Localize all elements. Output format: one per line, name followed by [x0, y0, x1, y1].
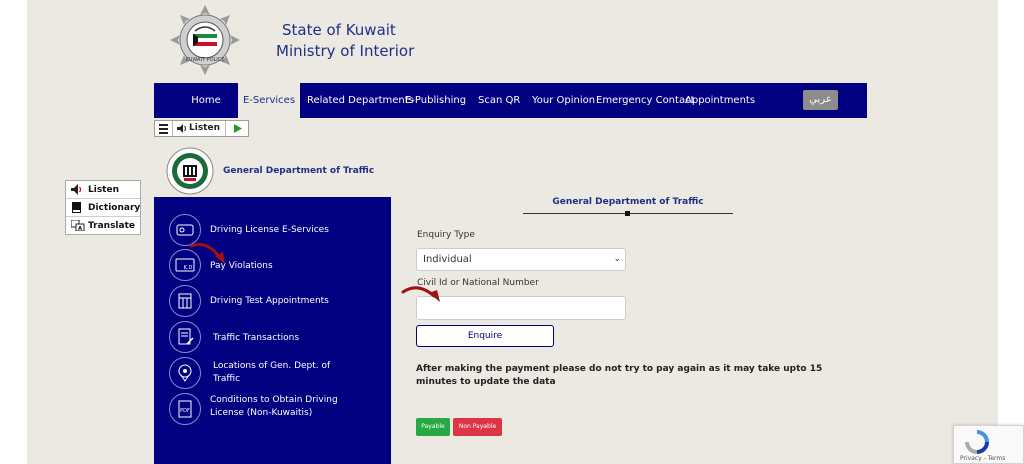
svg-text:A: A [78, 226, 82, 231]
listen-button[interactable]: Listen [174, 121, 226, 136]
nav-e-services[interactable]: E-Services [238, 83, 300, 118]
site-title: State of Kuwait Ministry of Interior [276, 20, 414, 62]
document-pen-icon [169, 321, 201, 353]
svg-text:KUWAIT POLICE: KUWAIT POLICE [186, 57, 225, 63]
nav-emergency-contact[interactable]: Emergency Contact [596, 83, 695, 118]
chevron-down-icon: ⌄ [613, 254, 621, 264]
tool-translate[interactable]: A Translate [66, 217, 140, 235]
site-title-line1: State of Kuwait [282, 21, 396, 39]
menu-label: Driving Test Appointments [210, 296, 329, 306]
speaker-icon [177, 124, 186, 133]
accessibility-tools: Listen Dictionary A Translate [65, 180, 141, 235]
svg-text:PDF: PDF [180, 408, 190, 414]
tool-dictionary[interactable]: Dictionary [66, 199, 140, 217]
tool-listen[interactable]: Listen [66, 181, 140, 199]
traffic-department-logo [166, 147, 214, 195]
menu-driving-test-appointments[interactable]: Driving Test Appointments [169, 285, 379, 317]
civil-id-input[interactable] [416, 296, 626, 320]
tool-listen-label: Listen [88, 185, 119, 195]
pdf-document-icon: PDF [169, 393, 201, 425]
menu-label: Conditions to Obtain Driving License (No… [210, 395, 338, 418]
non-payable-button[interactable]: Non Payable [453, 418, 502, 436]
menu-label: Locations of Gen. Dept. of Traffic [213, 361, 331, 384]
recaptcha-icon [965, 430, 989, 454]
menu-label: Driving License E-Services [210, 225, 329, 235]
payment-notice: After making the payment please do not t… [416, 364, 823, 387]
menu-traffic-transactions[interactable]: Traffic Transactions [169, 321, 379, 353]
nav-related-departments[interactable]: Related Departments [307, 83, 414, 118]
speaker-icon [71, 184, 82, 195]
form-title: General Department of Traffic [552, 197, 704, 207]
recaptcha-badge[interactable]: Privacy - Terms [953, 425, 1024, 464]
arabic-language-button[interactable]: عربي [803, 90, 838, 110]
calendar-icon [169, 285, 201, 317]
divider-marker [625, 211, 630, 216]
nav-appointments[interactable]: Appointments [685, 83, 755, 118]
enquiry-type-label: Enquiry Type [417, 230, 475, 240]
book-icon [72, 202, 81, 213]
enquiry-type-value: Individual [423, 254, 472, 265]
kuwait-police-emblem: KUWAIT POLICE [170, 5, 240, 75]
translate-icon: A [71, 220, 85, 231]
menu-icon[interactable] [155, 121, 173, 136]
menu-label: Traffic Transactions [213, 333, 300, 343]
site-title-line2: Ministry of Interior [276, 42, 415, 60]
nav-e-publishing[interactable]: E-Publishing [405, 83, 466, 118]
tool-translate-label: Translate [88, 221, 135, 231]
location-pin-icon [169, 357, 201, 389]
department-title: General Department of Traffic [223, 166, 375, 176]
play-button[interactable] [227, 121, 249, 136]
enquiry-type-select[interactable]: Individual ⌄ [416, 248, 626, 271]
nav-scan-qr[interactable]: Scan QR [478, 83, 520, 118]
services-sidemenu: Driving License E-Services K.D Pay Viola… [154, 197, 391, 464]
play-icon [234, 124, 242, 133]
annotation-arrow-icon [401, 286, 440, 302]
menu-conditions-driving-license[interactable]: PDF Conditions to Obtain Driving License… [169, 393, 379, 425]
listen-label: Listen [189, 123, 220, 133]
payable-button[interactable]: Payable [416, 418, 450, 436]
annotation-arrow-icon [189, 243, 225, 264]
nav-your-opinion[interactable]: Your Opinion [532, 83, 595, 118]
tool-dictionary-label: Dictionary [88, 203, 141, 213]
listen-toolbar: Listen [154, 120, 249, 137]
enquire-button[interactable]: Enquire [416, 325, 554, 347]
recaptcha-links[interactable]: Privacy - Terms [960, 455, 1005, 462]
main-navbar: Home E-Services Related Departments E-Pu… [154, 83, 867, 118]
menu-locations[interactable]: Locations of Gen. Dept. of Traffic [169, 357, 379, 389]
